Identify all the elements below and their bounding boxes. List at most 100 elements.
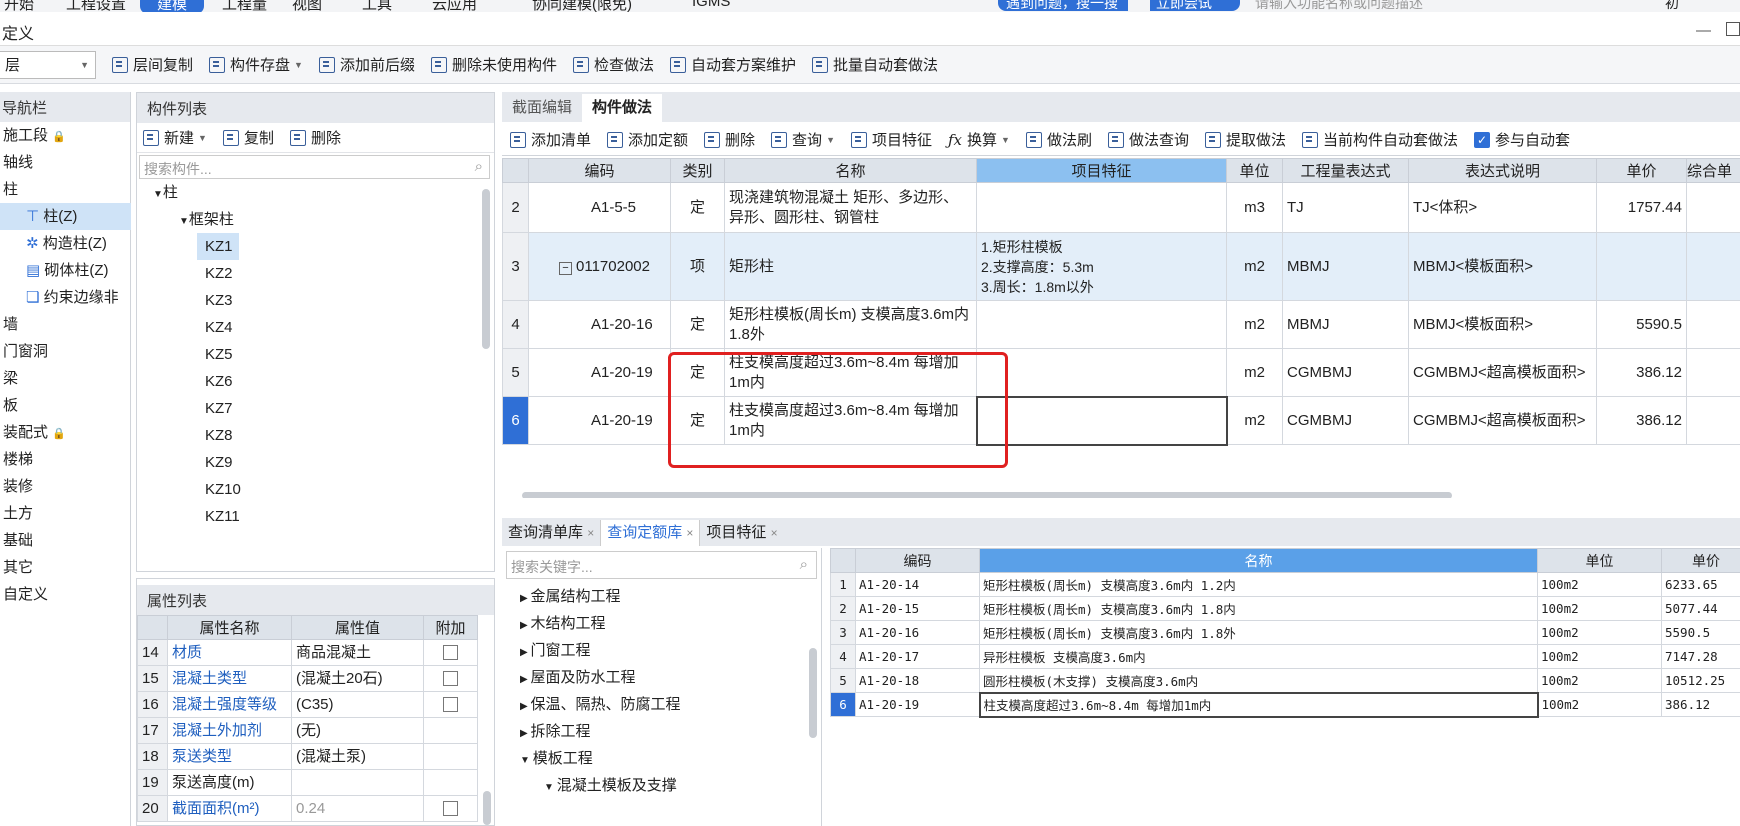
check-method-button[interactable]: 检查做法 [572,54,654,75]
row-price[interactable]: 386.12 [1596,396,1687,445]
menu-project-settings[interactable]: 工程设置 [60,0,140,12]
row-price[interactable]: 1757.44 [1596,182,1687,233]
copy-floor-button[interactable]: 层间复制 [112,54,193,75]
quota-row[interactable]: 3 A1-20-16 矩形柱模板(周长m) 支模高度3.6m内 1.8外 100m2 5… [830,620,1740,645]
row-expr[interactable]: TJ [1282,182,1409,233]
quota-row[interactable]: 1 A1-20-14 矩形柱模板(周长m) 支模高度3.6m内 1.2内 100m2 6… [830,572,1740,597]
property-row[interactable]: 19 泵送高度(m) [137,769,478,796]
save-component-button[interactable]: 构件存盘 ▼ [209,54,303,75]
row-desc[interactable]: CGMBMJ<超高模板面积> [1408,396,1597,445]
prop-value[interactable]: (混凝土20石) [291,665,424,692]
row-code[interactable]: A1-20-19 [528,348,671,397]
nav-item-other[interactable]: 其它 [0,554,130,581]
row-unit[interactable]: m2 [1226,232,1283,301]
row-feature[interactable] [976,348,1227,397]
delete-row-button[interactable]: 删除 [704,129,755,150]
grid-row[interactable]: 3−011702002 项矩形柱 1.矩形柱模板 2.支撑高度：5.3m 3.周长：… [502,232,1740,301]
row-name[interactable]: 现浇建筑物混凝土 矩形、多边形、异形、圆形柱、钢管柱 [724,182,977,233]
nav-item-slab[interactable]: 板 [0,392,130,419]
method-brush-button[interactable]: 做法刷 [1025,129,1092,150]
tree-item-kz7[interactable]: KZ7 [137,395,494,422]
delete-component-button[interactable]: 删除 [289,127,341,148]
copy-component-button[interactable]: 复制 [222,127,274,148]
query-button[interactable]: 查询 ▼ [771,129,835,150]
close-icon[interactable]: × [587,526,594,540]
tree-item-kz1[interactable]: KZ1 [197,233,239,260]
prop-value[interactable]: (无) [291,717,424,744]
row-expr[interactable]: MBMJ [1282,232,1409,301]
row-name[interactable]: 矩形柱模板(周长m) 支模高度3.6m内 1.8外 [724,300,977,349]
component-search-input[interactable]: 搜索构件... ⌕ [139,155,490,179]
row-desc[interactable]: MBMJ<模板面积> [1408,232,1597,301]
property-row[interactable]: 20 截面面积(m²) 0.24 [137,795,478,822]
tree-item-kz11[interactable]: KZ11 [137,503,494,530]
participate-auto-checkbox[interactable]: ✓ 参与自动套 [1474,129,1570,150]
col-unit-header[interactable]: 单位 [1226,158,1283,183]
quota-row[interactable]: 4 A1-20-17 异形柱模板 支模高度3.6m内 100m2 7147.28 [830,644,1740,669]
quota-row[interactable]: 2 A1-20-15 矩形柱模板(周长m) 支模高度3.6m内 1.8内 100m2 5… [830,596,1740,621]
row-feature[interactable] [976,182,1227,233]
menu-modeling[interactable]: 建模 [140,0,204,12]
prop-value[interactable]: 0.24 [291,795,424,822]
nav-item-constraint-edge[interactable]: ❏ 约束边缘非 [0,284,130,311]
row-price[interactable]: 5590.5 [1596,300,1687,349]
quota-row[interactable]: 5 A1-20-18 圆形柱模板(木支撑) 支模高度3.6m内 100m2 10512.… [830,668,1740,693]
col-price-header[interactable]: 单价 [1596,158,1687,183]
row-code[interactable]: A1-20-19 [528,396,671,445]
row-expr[interactable]: CGMBMJ [1282,348,1409,397]
row-feature[interactable] [975,395,1228,446]
tree-item-kz4[interactable]: KZ4 [137,314,494,341]
grid-horizontal-scrollbar[interactable] [522,492,1452,498]
quota-tree-node[interactable]: ▼ 模板工程 [502,745,821,772]
quota-code-header[interactable]: 编码 [855,548,980,573]
row-price[interactable] [1596,232,1687,301]
row-feature[interactable]: 1.矩形柱模板 2.支撑高度：5.3m 3.周长：1.8m以外 [976,232,1227,301]
menu-tools[interactable]: 工具 [362,0,432,12]
extra-checkbox[interactable] [443,645,458,661]
row-total[interactable] [1686,348,1740,397]
row-code[interactable]: A1-20-16 [528,300,671,349]
row-desc[interactable]: CGMBMJ<超高模板面积> [1408,348,1597,397]
row-unit[interactable]: m2 [1226,396,1283,445]
property-row[interactable]: 17 混凝土外加剂 (无) [137,717,478,744]
minimize-icon[interactable]: — [1696,22,1711,39]
add-list-button[interactable]: 添加清单 [510,129,591,150]
extra-checkbox[interactable] [443,697,458,713]
grid-row[interactable]: 2 A1-5-5 定现浇建筑物混凝土 矩形、多边形、异形、圆形柱、钢管柱 m3 TJ TJ… [502,182,1740,233]
collapse-icon[interactable]: − [559,261,572,275]
row-desc[interactable]: MBMJ<模板面积> [1408,300,1597,349]
menu-quantity[interactable]: 工程量 [222,0,292,12]
row-type[interactable]: 项 [670,232,725,301]
prop-value[interactable]: (混凝土泵) [291,743,424,770]
extra-checkbox[interactable] [443,801,458,817]
add-affix-button[interactable]: 添加前后缀 [318,54,415,75]
properties-scrollbar[interactable] [483,791,491,825]
nav-item-stairs[interactable]: 楼梯 [0,446,130,473]
col-total-header[interactable]: 综合单 [1686,158,1740,183]
quota-row-selected[interactable]: 6 A1-20-19 柱支模高度超过3.6m~8.4m 每增加1m内 100m2 386… [830,691,1740,718]
prop-value[interactable]: (C35) [291,691,424,718]
nav-item-column[interactable]: 柱 [0,176,130,203]
maximize-icon[interactable] [1726,22,1740,36]
nav-item-masonry-column[interactable]: ▤ 砌体柱(Z) [0,257,130,284]
property-row[interactable]: 14 材质 商品混凝土 [137,639,478,666]
nav-item-foundation[interactable]: 基础 [0,527,130,554]
col-feature-header[interactable]: 项目特征 [976,158,1227,183]
quota-search-input[interactable]: 搜索关键字... ⌕ [506,551,817,579]
row-expr[interactable]: MBMJ [1282,300,1409,349]
nav-item-segment[interactable]: 施工段 🔒 [0,122,130,149]
floor-select[interactable]: 层 ▼ [0,50,96,79]
row-total[interactable] [1686,182,1740,233]
try-now-pill[interactable]: 立即尝试 [1150,0,1240,11]
row-unit[interactable]: m2 [1226,348,1283,397]
item-feature-button[interactable]: 项目特征 [850,129,932,150]
tab-list-library[interactable]: 查询清单库 × [502,520,602,546]
convert-button[interactable]: ƒx 换算 ▼ [948,129,1010,150]
row-expr[interactable]: CGMBMJ [1282,396,1409,445]
tree-item-kz5[interactable]: KZ5 [137,341,494,368]
row-total[interactable] [1686,232,1740,301]
quota-tree-node[interactable]: ▶ 门窗工程 [502,637,821,664]
nav-item-beam[interactable]: 梁 [0,365,130,392]
quota-tree-node[interactable]: ▶ 屋面及防水工程 [502,664,821,691]
nav-item-earthwork[interactable]: 土方 [0,500,130,527]
